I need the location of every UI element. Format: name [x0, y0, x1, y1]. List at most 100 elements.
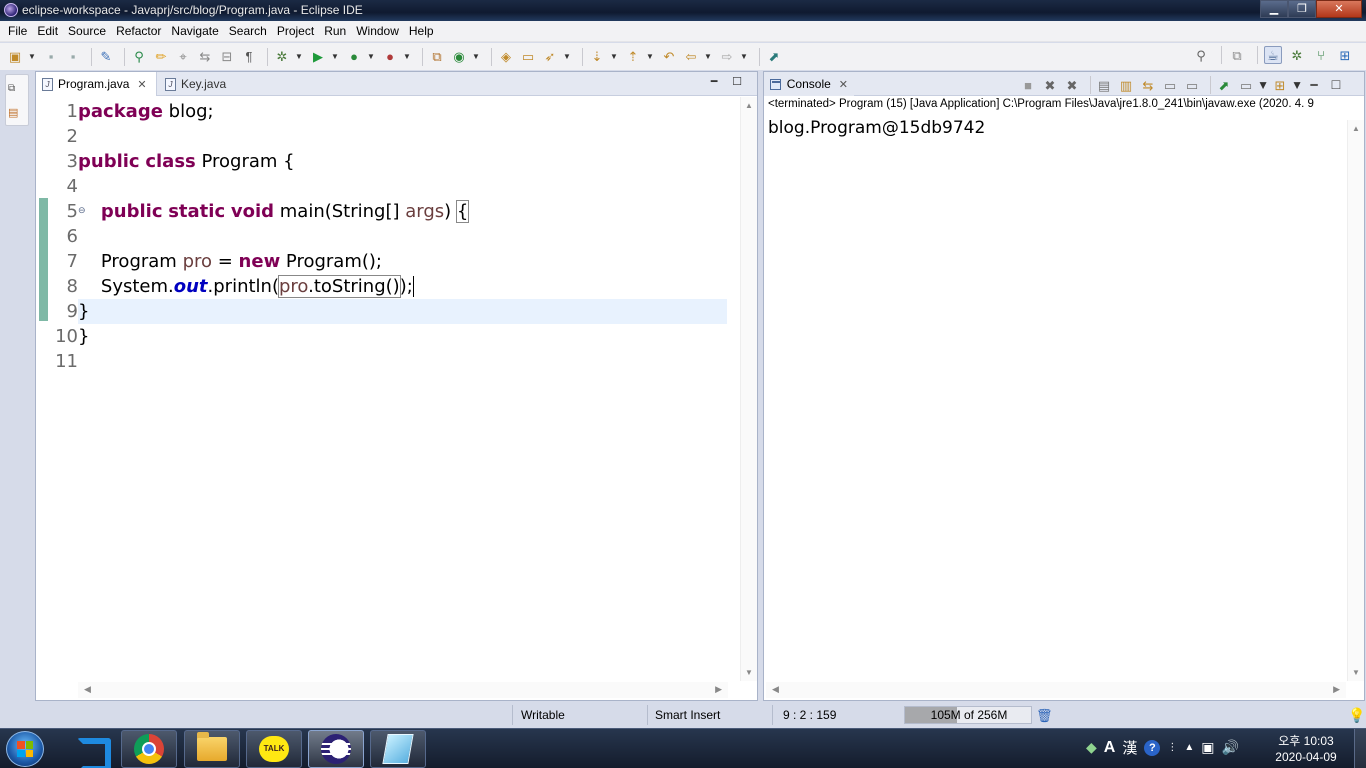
tab-console[interactable]: Console ✕ — [764, 72, 854, 96]
run-dropdown-chevron-icon[interactable]: ▼ — [331, 48, 339, 66]
coverage-dropdown-chevron-icon[interactable]: ▼ — [367, 48, 375, 66]
taskbar-vscode[interactable] — [60, 730, 116, 768]
taskbar-eclipse[interactable] — [308, 730, 364, 768]
minimize-panel-icon[interactable]: ━ — [1305, 76, 1323, 94]
remove-launch-icon[interactable]: ✖ — [1041, 76, 1059, 94]
minimize-panel-icon[interactable]: ━ — [706, 76, 722, 90]
minimize-button[interactable]: ▁ — [1260, 0, 1288, 18]
search-dropdown-chevron-icon[interactable]: ▼ — [563, 48, 571, 66]
taskbar-chrome[interactable] — [121, 730, 177, 768]
pin-icon[interactable]: ⬈ — [765, 48, 783, 66]
new-dropdown-chevron-icon[interactable]: ▼ — [28, 48, 36, 66]
debug-perspective-icon[interactable]: ✲ — [1288, 46, 1306, 64]
forward-icon[interactable]: ⇨ — [718, 48, 736, 66]
menu-refactor[interactable]: Refactor — [111, 21, 166, 42]
previous-annotation-icon[interactable]: ⇡ — [624, 48, 642, 66]
show-on-output-icon[interactable]: ▭ — [1161, 76, 1179, 94]
new-icon[interactable]: ▣ — [6, 48, 24, 66]
new-java-project-icon[interactable]: ⧉ — [428, 48, 446, 66]
volume-icon[interactable]: 🔊 — [1222, 739, 1239, 756]
menu-edit[interactable]: Edit — [32, 21, 63, 42]
open-console-dropdown-chevron-icon[interactable]: ▼ — [1291, 76, 1303, 94]
new-class-dropdown-chevron-icon[interactable]: ▼ — [472, 48, 480, 66]
start-button[interactable] — [6, 731, 44, 767]
coverage-icon[interactable]: ● — [345, 48, 363, 66]
tab-close-icon[interactable]: ✕ — [137, 78, 146, 91]
code-text-area[interactable]: package blog; public class Program { pub… — [78, 97, 727, 681]
menu-navigate[interactable]: Navigate — [166, 21, 223, 42]
console-horizontal-scrollbar[interactable]: ◀ ▶ — [766, 682, 1346, 698]
taskbar-kakaotalk[interactable]: TALK — [246, 730, 302, 768]
git-perspective-icon[interactable]: ⑂ — [1312, 46, 1330, 64]
open-console-icon[interactable]: ⊞ — [1271, 76, 1289, 94]
ime-help-icon[interactable]: ? — [1144, 739, 1161, 756]
network-icon[interactable]: ▣ — [1201, 739, 1214, 756]
scroll-right-arrow-icon[interactable]: ▶ — [715, 684, 722, 695]
show-desktop-button[interactable] — [1354, 729, 1366, 768]
scroll-up-arrow-icon[interactable]: ▲ — [745, 101, 753, 110]
taskbar-explorer[interactable] — [184, 730, 240, 768]
show-on-error-icon[interactable]: ▭ — [1183, 76, 1201, 94]
last-edit-location-icon[interactable]: ↶ — [660, 48, 678, 66]
scroll-left-arrow-icon[interactable]: ◀ — [772, 684, 779, 695]
debug-dropdown-chevron-icon[interactable]: ▼ — [295, 48, 303, 66]
taskbar-app[interactable] — [370, 730, 426, 768]
restore-view-icon[interactable]: ⧉ — [8, 82, 26, 100]
run-icon[interactable]: ▶ — [309, 48, 327, 66]
new-class-icon[interactable]: ◉ — [450, 48, 468, 66]
tip-lightbulb-icon[interactable]: 💡 — [1348, 707, 1365, 724]
display-console-dropdown-chevron-icon[interactable]: ▼ — [1257, 76, 1269, 94]
menu-source[interactable]: Source — [63, 21, 111, 42]
forward-dropdown-chevron-icon[interactable]: ▼ — [740, 48, 748, 66]
menu-file[interactable]: File — [3, 21, 32, 42]
hanja-indicator[interactable]: 漢 — [1122, 737, 1137, 758]
next-annotation-dropdown-chevron-icon[interactable]: ▼ — [610, 48, 618, 66]
open-type-icon[interactable]: ◈ — [497, 48, 515, 66]
pin-editor-icon[interactable]: ✎ — [97, 48, 115, 66]
debug-icon[interactable]: ✲ — [273, 48, 291, 66]
open-task-icon[interactable]: ▭ — [519, 48, 537, 66]
menu-help[interactable]: Help — [404, 21, 439, 42]
block-select-icon[interactable]: ⌖ — [174, 48, 192, 66]
menu-run[interactable]: Run — [319, 21, 351, 42]
ime-mode-indicator[interactable]: A — [1104, 739, 1116, 757]
heap-status[interactable]: 105M of 256M — [904, 706, 1032, 724]
terminate-icon[interactable]: ■ — [1019, 76, 1037, 94]
language-bar-icon[interactable]: ◆ — [1086, 739, 1097, 756]
show-hidden-icons-icon[interactable]: ▲ — [1184, 742, 1194, 753]
restore-button[interactable]: ❐ — [1288, 0, 1316, 18]
maximize-panel-icon[interactable]: ☐ — [729, 76, 745, 90]
scroll-up-arrow-icon[interactable]: ▲ — [1352, 124, 1360, 133]
save-all-icon[interactable]: ▪ — [64, 48, 82, 66]
resource-perspective-icon[interactable]: ⊞ — [1336, 46, 1354, 64]
scroll-down-arrow-icon[interactable]: ▼ — [745, 668, 753, 677]
run-gc-trash-icon[interactable]: 🗑 — [1036, 708, 1053, 724]
menu-window[interactable]: Window — [351, 21, 404, 42]
tab-close-icon[interactable]: ✕ — [839, 78, 848, 91]
scroll-right-arrow-icon[interactable]: ▶ — [1333, 684, 1340, 695]
remove-all-terminated-icon[interactable]: ✖ — [1063, 76, 1081, 94]
show-whitespace-icon[interactable]: ⊟ — [218, 48, 236, 66]
tab-program-java[interactable]: J Program.java ✕ — [36, 72, 157, 96]
word-wrap-icon[interactable]: ⇆ — [196, 48, 214, 66]
previous-annotation-dropdown-chevron-icon[interactable]: ▼ — [646, 48, 654, 66]
external-tools-dropdown-chevron-icon[interactable]: ▼ — [403, 48, 411, 66]
open-perspective-icon[interactable]: ⧉ — [1228, 46, 1246, 64]
menu-search[interactable]: Search — [224, 21, 272, 42]
java-perspective-icon[interactable]: ☕ — [1264, 46, 1282, 64]
console-output-text[interactable]: blog.Program@15db9742 — [768, 118, 985, 138]
ime-options-icon[interactable]: ⋮ — [1167, 742, 1177, 753]
scroll-down-arrow-icon[interactable]: ▼ — [1352, 668, 1360, 677]
search-references-icon[interactable]: ⚲ — [130, 48, 148, 66]
clear-console-icon[interactable]: ▤ — [1095, 76, 1113, 94]
search-icon[interactable]: ➶ — [541, 48, 559, 66]
word-wrap-icon[interactable]: ⇆ — [1139, 76, 1157, 94]
scroll-left-arrow-icon[interactable]: ◀ — [84, 684, 91, 695]
back-icon[interactable]: ⇦ — [682, 48, 700, 66]
menu-project[interactable]: Project — [272, 21, 319, 42]
close-button[interactable]: ✕ — [1316, 0, 1362, 18]
package-explorer-icon[interactable]: ▤ — [8, 107, 26, 125]
tab-key-java[interactable]: J Key.java — [159, 72, 259, 96]
save-icon[interactable]: ▪ — [42, 48, 60, 66]
back-dropdown-chevron-icon[interactable]: ▼ — [704, 48, 712, 66]
